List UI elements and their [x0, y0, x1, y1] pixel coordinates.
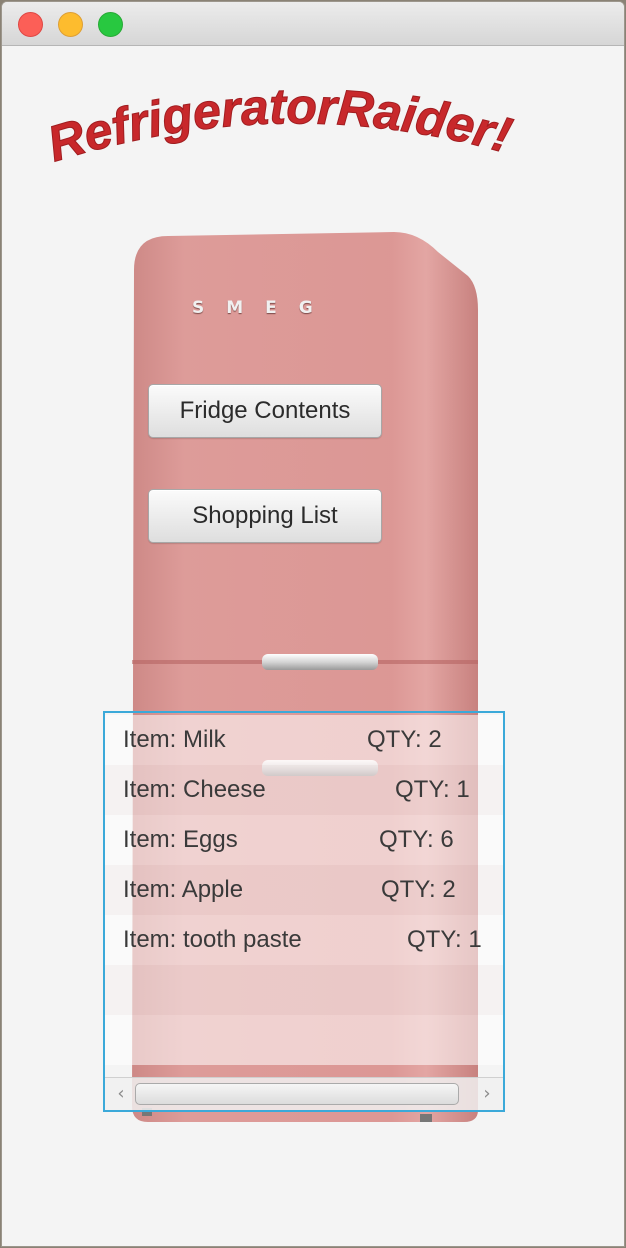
horizontal-scrollbar[interactable]: ‹ ›	[105, 1077, 503, 1110]
list-item[interactable]: Item: Apple QTY: 2	[105, 865, 503, 915]
upper-door-handle	[262, 654, 378, 670]
logo-text: RefrigeratorRaider!	[41, 80, 517, 172]
list-item[interactable]: Item: tooth paste QTY: 1	[105, 915, 503, 965]
empty-row	[105, 1015, 503, 1065]
scrollbar-thumb[interactable]	[135, 1083, 459, 1105]
app-window: RefrigeratorRaider! SMEG Fridge Contents…	[1, 1, 625, 1247]
list-item[interactable]: Item: Cheese QTY: 1	[105, 765, 503, 815]
list-item[interactable]: Item: Eggs QTY: 6	[105, 815, 503, 865]
item-qty: QTY: 1	[407, 926, 482, 953]
item-name: Item: tooth paste	[123, 926, 302, 953]
fridge-brand-label: SMEG	[192, 298, 335, 318]
title-bar	[2, 2, 624, 46]
shopping-list-button[interactable]: Shopping List	[148, 489, 382, 543]
app-logo: RefrigeratorRaider!	[2, 78, 624, 190]
item-qty: QTY: 1	[395, 776, 470, 803]
scroll-left-icon[interactable]: ‹	[109, 1082, 133, 1106]
item-qty: QTY: 2	[381, 876, 456, 903]
minimize-window-button[interactable]	[58, 12, 83, 37]
scroll-right-icon[interactable]: ›	[475, 1082, 499, 1106]
empty-row	[105, 965, 503, 1015]
list-item[interactable]: Item: Milk QTY: 2	[105, 715, 503, 765]
fridge-contents-button[interactable]: Fridge Contents	[148, 384, 382, 438]
logo-graphic: RefrigeratorRaider!	[41, 78, 518, 173]
item-qty: QTY: 2	[367, 726, 442, 753]
item-name: Item: Cheese	[123, 776, 266, 803]
contents-list[interactable]: Item: Milk QTY: 2 Item: Cheese QTY: 1 It…	[103, 711, 505, 1112]
close-window-button[interactable]	[18, 12, 43, 37]
item-name: Item: Milk	[123, 726, 226, 753]
item-name: Item: Apple	[123, 876, 244, 903]
zoom-window-button[interactable]	[98, 12, 123, 37]
item-qty: QTY: 6	[379, 826, 454, 853]
item-name: Item: Eggs	[123, 826, 238, 853]
